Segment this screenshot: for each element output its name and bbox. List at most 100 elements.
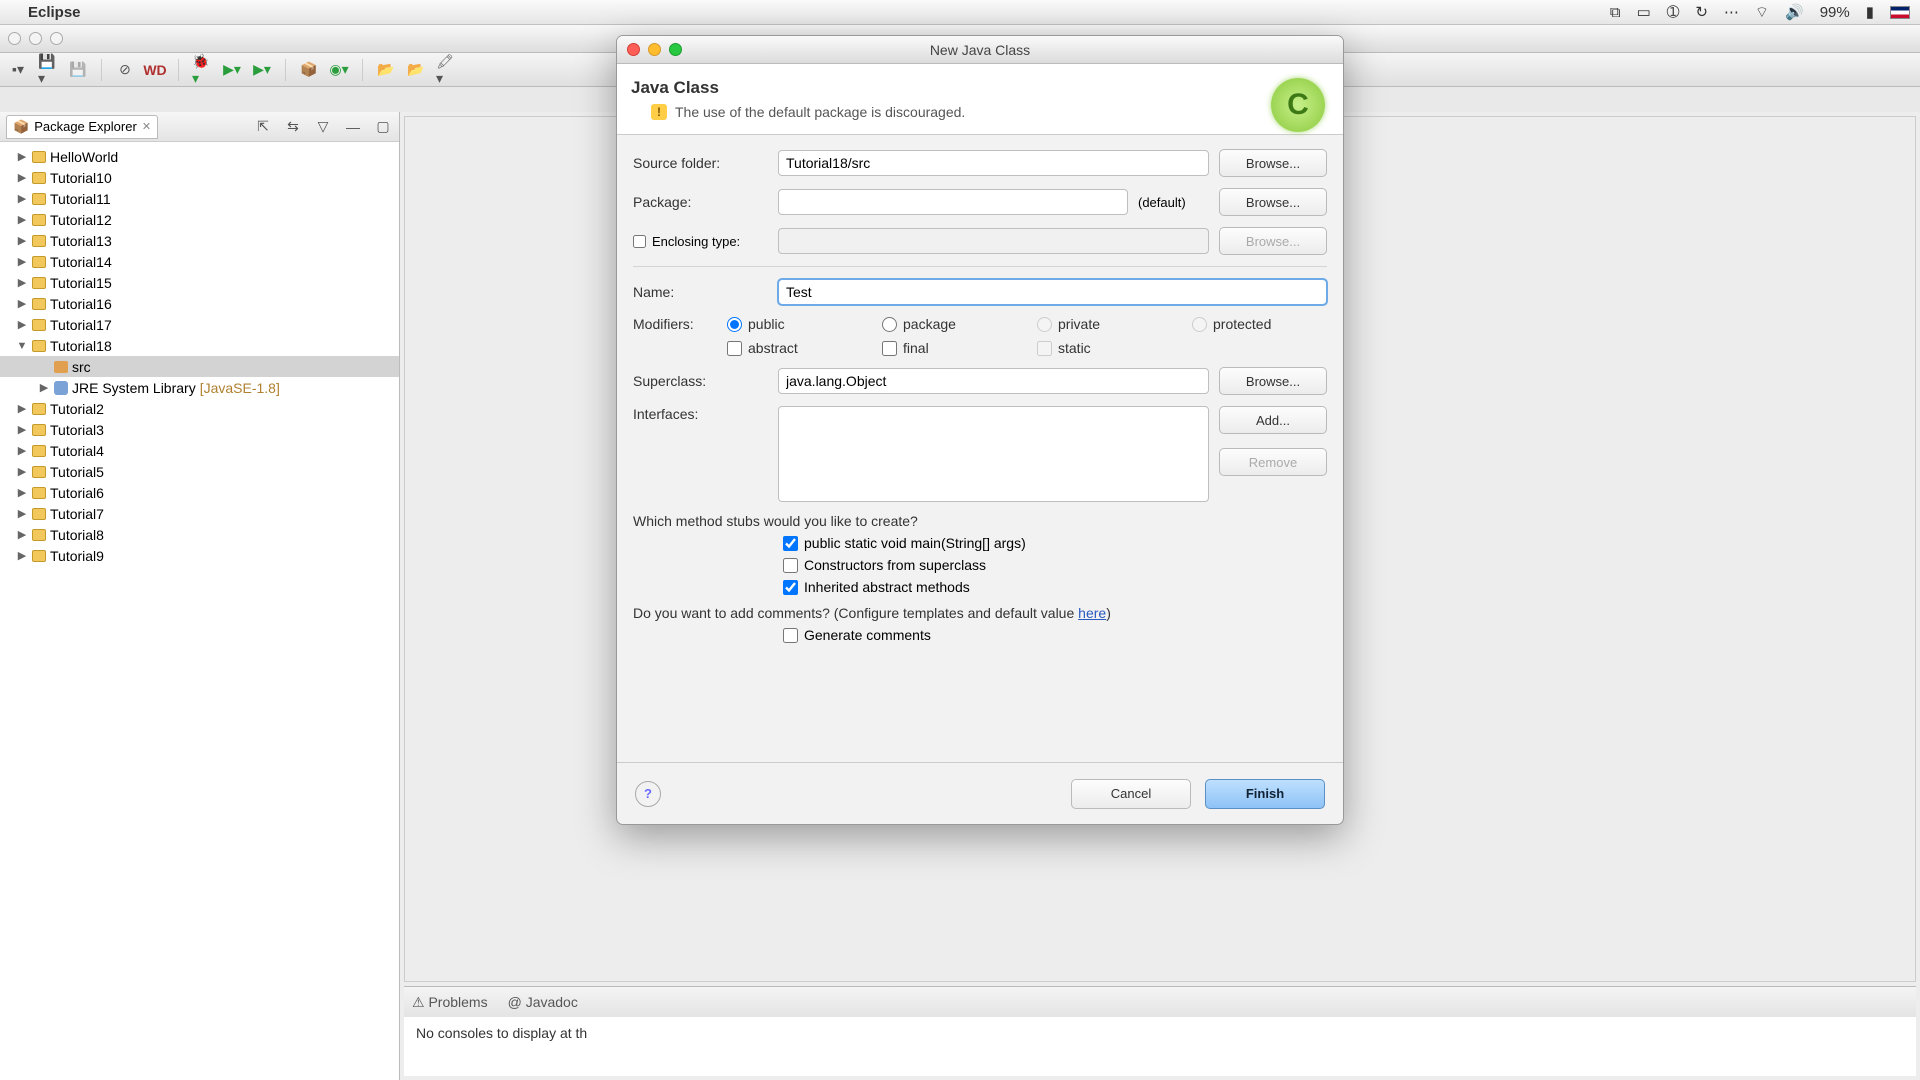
tree-item[interactable]: ▶Tutorial11 [0, 188, 399, 209]
tree-item[interactable]: ▶Tutorial10 [0, 167, 399, 188]
skip-breakpoints-icon[interactable]: ⊘ [115, 60, 135, 80]
new-icon[interactable]: ▪▾ [8, 60, 28, 80]
problems-tab[interactable]: ⚠ Problems [412, 994, 488, 1011]
expand-icon[interactable]: ▶ [16, 150, 28, 163]
view-menu-icon[interactable]: ▽ [313, 117, 333, 137]
zoom-window-btn[interactable] [50, 32, 63, 45]
expand-icon[interactable]: ▶ [16, 234, 28, 247]
expand-icon[interactable]: ▼ [16, 340, 28, 352]
screen-record-icon[interactable]: ⧉ [1610, 4, 1621, 21]
wifi-icon[interactable]: ⌔ [1755, 3, 1769, 22]
tree-item[interactable]: ▶Tutorial14 [0, 251, 399, 272]
input-flag-icon[interactable] [1890, 6, 1910, 19]
cancel-button[interactable]: Cancel [1071, 779, 1191, 809]
close-window-btn[interactable] [8, 32, 21, 45]
save-all-icon[interactable]: 💾 [68, 60, 88, 80]
accessibility-icon[interactable]: ➀ [1667, 3, 1680, 21]
expand-icon[interactable]: ▶ [16, 402, 28, 415]
expand-icon[interactable]: ▶ [16, 192, 28, 205]
tree-item[interactable]: ▶Tutorial6 [0, 482, 399, 503]
tree-item[interactable]: ▶Tutorial3 [0, 419, 399, 440]
save-icon[interactable]: 💾▾ [38, 60, 58, 80]
package-input[interactable] [778, 189, 1128, 215]
tree-item[interactable]: ▼Tutorial18 [0, 335, 399, 356]
new-package-icon[interactable]: 📦 [299, 60, 319, 80]
expand-icon[interactable]: ▶ [16, 423, 28, 436]
browse-source-button[interactable]: Browse... [1219, 149, 1327, 177]
tree-item[interactable]: ▶HelloWorld [0, 146, 399, 167]
tree-item[interactable]: ▶Tutorial17 [0, 314, 399, 335]
expand-icon[interactable]: ▶ [16, 465, 28, 478]
expand-icon[interactable]: ▶ [16, 297, 28, 310]
package-explorer-tab[interactable]: 📦 Package Explorer ✕ [6, 115, 158, 139]
name-input[interactable] [778, 279, 1327, 305]
tree-item[interactable]: ▶JRE System Library [JavaSE-1.8] [0, 377, 399, 398]
tree-item[interactable]: ▶Tutorial4 [0, 440, 399, 461]
expand-icon[interactable]: ▶ [38, 381, 50, 394]
display-icon[interactable]: ▭ [1637, 3, 1651, 21]
minimize-icon[interactable]: — [343, 117, 363, 137]
tree-item[interactable]: ▶Tutorial13 [0, 230, 399, 251]
collapse-all-icon[interactable]: ⇱ [253, 117, 273, 137]
project-tree[interactable]: ▶HelloWorld▶Tutorial10▶Tutorial11▶Tutori… [0, 142, 399, 1080]
modifier-public-radio[interactable] [727, 317, 742, 332]
expand-icon[interactable]: ▶ [16, 528, 28, 541]
expand-icon[interactable]: ▶ [16, 444, 28, 457]
dialog-close-icon[interactable] [627, 43, 640, 56]
expand-icon[interactable]: ▶ [16, 549, 28, 562]
debug-icon[interactable]: 🐞▾ [192, 60, 212, 80]
bluetooth-icon[interactable]: ⋯ [1724, 3, 1739, 21]
close-icon[interactable]: ✕ [142, 120, 151, 133]
tree-item[interactable]: ▶Tutorial2 [0, 398, 399, 419]
stub-main-checkbox[interactable] [783, 536, 798, 551]
battery-icon[interactable]: ▮ [1866, 3, 1874, 21]
dialog-minimize-icon[interactable] [648, 43, 661, 56]
tree-item[interactable]: src [0, 356, 399, 377]
help-icon[interactable]: ? [635, 781, 661, 807]
timemachine-icon[interactable]: ↻ [1695, 3, 1708, 21]
run-ext-icon[interactable]: ▶▾ [252, 60, 272, 80]
javadoc-tab[interactable]: @ Javadoc [508, 994, 578, 1010]
interfaces-list[interactable] [778, 406, 1209, 502]
add-interface-button[interactable]: Add... [1219, 406, 1327, 434]
modifier-abstract-checkbox[interactable] [727, 341, 742, 356]
minimize-window-btn[interactable] [29, 32, 42, 45]
wd-icon[interactable]: WD [145, 60, 165, 80]
stub-inherited-checkbox[interactable] [783, 580, 798, 595]
enclosing-type-checkbox[interactable] [633, 235, 646, 248]
tree-item[interactable]: ▶Tutorial7 [0, 503, 399, 524]
modifier-final-checkbox[interactable] [882, 341, 897, 356]
new-class-icon[interactable]: ◉▾ [329, 60, 349, 80]
tree-item[interactable]: ▶Tutorial12 [0, 209, 399, 230]
battery-percent[interactable]: 99% [1820, 4, 1850, 21]
volume-icon[interactable]: 🔊 [1785, 3, 1804, 21]
superclass-input[interactable] [778, 368, 1209, 394]
dialog-titlebar[interactable]: New Java Class [617, 36, 1343, 64]
expand-icon[interactable]: ▶ [16, 276, 28, 289]
tree-item[interactable]: ▶Tutorial15 [0, 272, 399, 293]
search-icon[interactable]: 🖍▾ [436, 60, 456, 80]
link-editor-icon[interactable]: ⇆ [283, 117, 303, 137]
tree-item[interactable]: ▶Tutorial9 [0, 545, 399, 566]
maximize-icon[interactable]: ▢ [373, 117, 393, 137]
expand-icon[interactable]: ▶ [16, 213, 28, 226]
browse-package-button[interactable]: Browse... [1219, 188, 1327, 216]
stub-constructors-checkbox[interactable] [783, 558, 798, 573]
tree-item[interactable]: ▶Tutorial16 [0, 293, 399, 314]
configure-templates-link[interactable]: here [1078, 605, 1106, 621]
expand-icon[interactable]: ▶ [16, 507, 28, 520]
generate-comments-checkbox[interactable] [783, 628, 798, 643]
run-icon[interactable]: ▶▾ [222, 60, 242, 80]
expand-icon[interactable]: ▶ [16, 255, 28, 268]
modifier-package-radio[interactable] [882, 317, 897, 332]
app-name[interactable]: Eclipse [28, 4, 81, 21]
expand-icon[interactable]: ▶ [16, 318, 28, 331]
finish-button[interactable]: Finish [1205, 779, 1325, 809]
browse-superclass-button[interactable]: Browse... [1219, 367, 1327, 395]
open-task-icon[interactable]: 📂 [406, 60, 426, 80]
expand-icon[interactable]: ▶ [16, 171, 28, 184]
source-folder-input[interactable] [778, 150, 1209, 176]
open-type-icon[interactable]: 📂 [376, 60, 396, 80]
tree-item[interactable]: ▶Tutorial5 [0, 461, 399, 482]
dialog-zoom-icon[interactable] [669, 43, 682, 56]
